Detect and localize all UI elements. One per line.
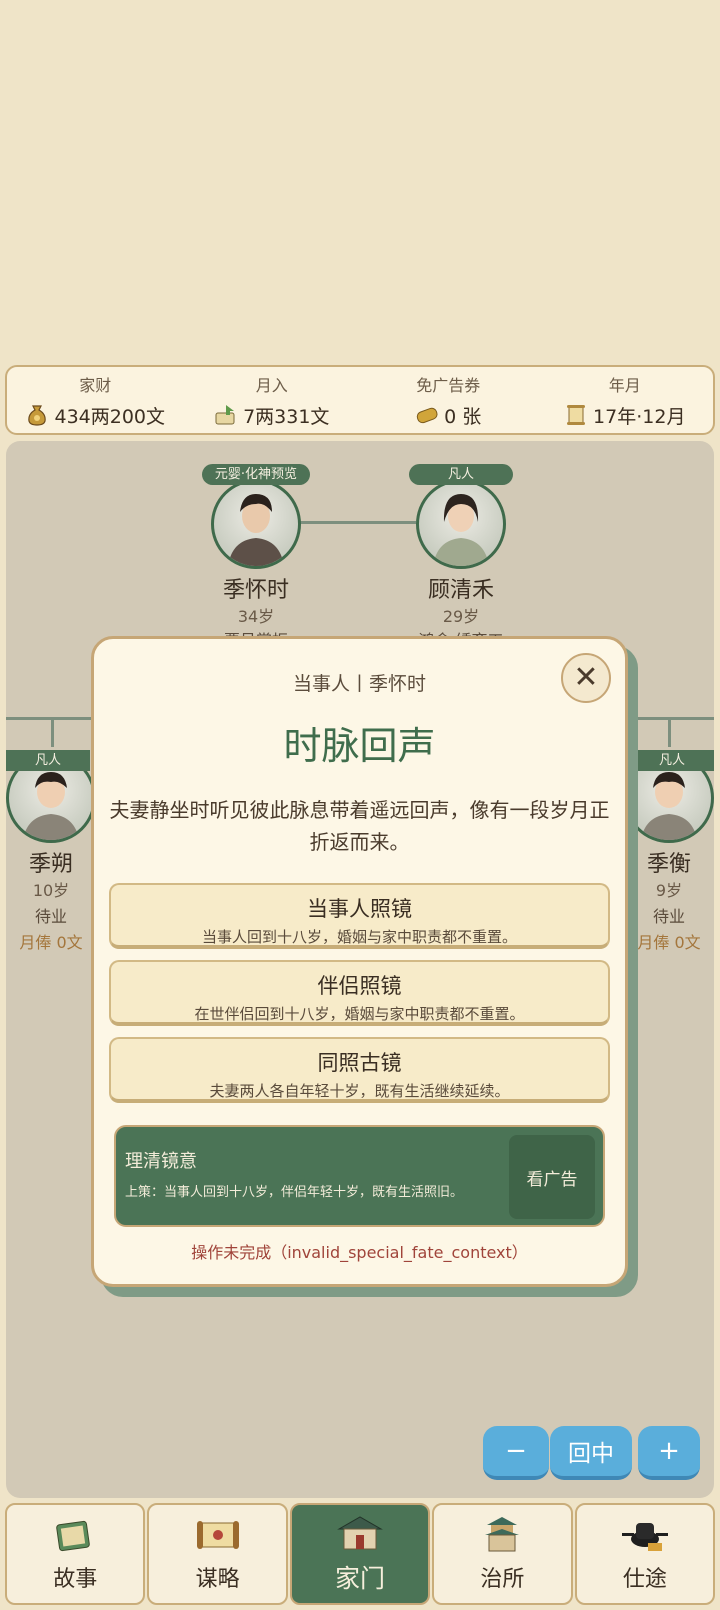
person-name: 季怀时 <box>222 578 289 603</box>
nav-label: 故事 <box>53 1567 98 1592</box>
stat-income-value: 7两331文 <box>243 405 330 428</box>
income-icon <box>214 403 238 427</box>
event-dialog: 当事人丨季怀时 时脉回声 ✕ 夫妻静坐时听见彼此脉息带着遥远回声，像有一段岁月正… <box>91 636 628 1287</box>
option-self-mirror-button[interactable]: 当事人照镜 当事人回到十八岁，婚姻与家中职责都不重置。 <box>109 883 610 949</box>
nav-label: 仕途 <box>622 1567 667 1592</box>
person-name: 顾清禾 <box>427 578 494 603</box>
error-message: 操作未完成（invalid_special_fate_context） <box>191 1243 528 1262</box>
bottom-nav: 故事 谋略 家门 治所 仕途 <box>5 1503 716 1605</box>
stat-coupon-value: 0 张 <box>444 405 482 428</box>
nav-label: 治所 <box>480 1567 525 1592</box>
marriage-line <box>296 521 416 524</box>
office-pavilion-icon <box>479 1515 525 1555</box>
nav-story[interactable]: 故事 <box>5 1503 146 1605</box>
nav-label: 谋略 <box>195 1567 240 1592</box>
option-partner-mirror-button[interactable]: 伴侣照镜 在世伴侣回到十八岁，婚姻与家中职责都不重置。 <box>109 960 610 1026</box>
close-icon: ✕ <box>573 660 599 695</box>
resource-bar: 家财 434两200文 月入 7两331文 免广告券 0 张 年月 17年·12… <box>5 365 715 435</box>
stat-date-value: 17年·12月 <box>593 405 686 428</box>
advice-panel: 理清镜意 上策：当事人回到十八岁，伴侣年轻十岁，既有生活照旧。 看广告 <box>114 1125 605 1227</box>
zoom-out-button[interactable]: − <box>483 1426 549 1480</box>
strategy-scroll-icon <box>195 1515 241 1555</box>
nav-strategy[interactable]: 谋略 <box>147 1503 288 1605</box>
person-name: 季朔 <box>28 852 73 877</box>
advice-text: 上策：当事人回到十八岁，伴侣年轻十岁，既有生活照旧。 <box>125 1185 464 1200</box>
option-title: 当事人照镜 <box>307 897 412 921</box>
official-hat-icon <box>621 1515 668 1555</box>
family-house-icon <box>337 1513 383 1553</box>
story-book-icon <box>52 1515 98 1555</box>
dialog-description: 夫妻静坐时听见彼此脉息带着遥远回声，像有一段岁月正折返而来。 <box>109 798 610 854</box>
stat-wealth-value: 434两200文 <box>54 405 166 428</box>
stat-date: 年月 17年·12月 <box>537 367 714 433</box>
option-both-mirror-button[interactable]: 同照古镜 夫妻两人各自年轻十岁，既有生活继续延续。 <box>109 1037 610 1103</box>
stat-income: 月入 7两331文 <box>184 367 361 433</box>
watch-ad-button[interactable]: 看广告 <box>509 1135 595 1219</box>
cultivation-tag: 元婴·化神预览 <box>202 464 310 485</box>
close-button[interactable]: ✕ <box>561 653 611 703</box>
nav-career[interactable]: 仕途 <box>574 1503 716 1605</box>
person-salary: 月俸 0文 <box>19 933 83 952</box>
cultivation-tag: 凡人 <box>6 750 90 771</box>
scroll-icon <box>564 403 588 427</box>
dialog-title: 时脉回声 <box>283 724 436 768</box>
money-bag-icon <box>25 403 49 427</box>
option-description: 夫妻两人各自年轻十岁，既有生活继续延续。 <box>209 1082 510 1100</box>
zoom-in-button[interactable]: + <box>638 1426 700 1480</box>
option-description: 当事人回到十八岁，婚姻与家中职责都不重置。 <box>201 928 517 946</box>
person-age: 34岁 <box>237 607 275 626</box>
person-job: 待业 <box>34 907 67 926</box>
person-age: 29岁 <box>442 607 480 626</box>
nav-family[interactable]: 家门 <box>289 1503 431 1605</box>
child-right-line <box>668 717 671 747</box>
stat-wealth: 家财 434两200文 <box>7 367 184 433</box>
dialog-subtitle: 当事人丨季怀时 <box>292 673 426 695</box>
stat-income-label: 月入 <box>255 375 288 395</box>
recenter-button[interactable]: 回中 <box>550 1426 632 1480</box>
option-title: 同照古镜 <box>317 1051 402 1075</box>
advice-title: 理清镜意 <box>125 1151 197 1172</box>
stat-coupon[interactable]: 免广告券 0 张 <box>360 367 537 433</box>
person-age: 10岁 <box>32 881 70 900</box>
option-title: 伴侣照镜 <box>317 974 402 998</box>
option-description: 在世伴侣回到十八岁，婚姻与家中职责都不重置。 <box>194 1005 525 1023</box>
child-left-line <box>51 717 54 747</box>
stat-coupon-label: 免广告券 <box>416 375 481 395</box>
cultivation-tag: 凡人 <box>630 750 714 771</box>
avatar[interactable] <box>211 479 301 569</box>
avatar[interactable] <box>416 479 506 569</box>
stat-wealth-label: 家财 <box>79 375 112 395</box>
coupon-icon <box>415 403 439 427</box>
nav-label: 家门 <box>335 1564 386 1593</box>
nav-office[interactable]: 治所 <box>432 1503 573 1605</box>
stat-date-label: 年月 <box>608 375 641 395</box>
cultivation-tag: 凡人 <box>409 464 513 485</box>
